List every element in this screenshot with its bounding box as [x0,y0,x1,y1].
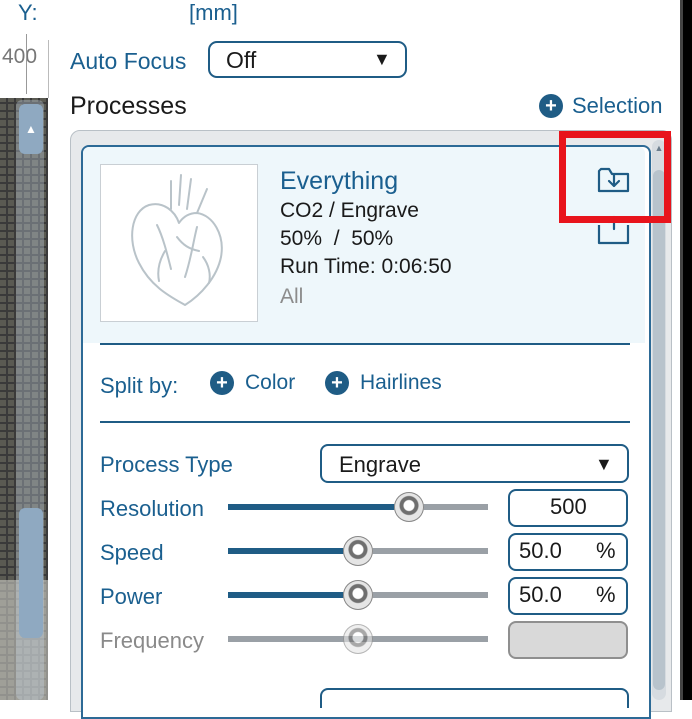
power-label: Power [100,584,163,609]
auto-focus-label: Auto Focus [70,48,187,74]
slider-knob [343,624,373,654]
process-scope: All [280,285,304,308]
auto-focus-value: Off [226,47,257,73]
next-dropdown-partial[interactable] [320,688,629,708]
process-laser-mode: CO2 / Engrave [280,199,419,222]
speed-value: 50.0 [519,538,562,563]
slider-track [358,636,488,642]
process-thumbnail [100,164,258,322]
power-value: 50.0 [519,582,562,607]
slider-fill [228,548,358,554]
frequency-slider [228,624,488,654]
power-input[interactable]: 50.0 % [508,577,628,615]
ruler-tick [26,34,27,94]
process-type-value: Engrave [339,452,421,477]
resolution-slider[interactable] [228,492,488,522]
process-type-dropdown[interactable]: Engrave ▼ [320,444,629,483]
frequency-label: Frequency [100,628,204,653]
resolution-label: Resolution [100,496,204,521]
split-by-hairlines-button[interactable]: + Hairlines [323,370,463,400]
slider-fill [228,504,409,510]
speed-label: Speed [100,540,164,565]
speed-slider[interactable] [228,536,488,566]
chevron-down-icon: ▼ [373,49,391,69]
divider-bottom [100,421,630,423]
plus-circle-icon: + [539,94,563,118]
auto-focus-dropdown[interactable]: Off ▼ [208,41,407,78]
process-name: Everything [280,167,399,195]
speed-unit: % [596,538,616,563]
power-slider[interactable] [228,580,488,610]
split-by-color-button[interactable]: + Color [208,370,308,400]
process-type-label: Process Type [100,452,233,477]
speed-input[interactable]: 50.0 % [508,533,628,571]
panel-scroll-thumb[interactable] [653,170,665,690]
split-color-label: Color [245,371,296,394]
slider-fill [228,592,358,598]
slider-track [358,548,488,554]
process-run-time: Run Time: 0:06:50 [280,255,452,278]
left-scroll-thumb[interactable] [19,508,43,638]
scroll-up-button[interactable]: ▲ [19,104,43,154]
unit-label: [mm] [189,0,238,25]
resolution-input[interactable]: 500 [508,489,628,527]
window-edge-line [680,0,683,700]
resolution-value: 500 [550,494,587,519]
slider-knob[interactable] [394,492,424,522]
process-power-speed: 50% / 50% [280,227,394,250]
slider-knob[interactable] [343,580,373,610]
slider-fill [228,636,358,642]
ruler: 400 [0,40,49,98]
power-unit: % [596,582,616,607]
frequency-input [508,621,628,659]
divider-top [100,343,630,345]
chevron-down-icon: ▼ [595,454,613,474]
highlight-box [559,131,671,223]
plus-circle-icon: + [210,371,234,395]
add-selection-button[interactable]: + Selection [537,93,677,121]
y-coordinate-label: Y: [18,0,38,25]
split-by-label: Split by: [100,373,179,398]
ruler-value: 400 [2,45,38,68]
heart-outline-icon [131,174,223,306]
slider-track [358,592,488,598]
processes-title: Processes [70,92,187,120]
split-hairlines-label: Hairlines [360,371,442,394]
plus-circle-icon: + [325,371,349,395]
selection-label: Selection [572,93,663,118]
slider-knob[interactable] [343,536,373,566]
